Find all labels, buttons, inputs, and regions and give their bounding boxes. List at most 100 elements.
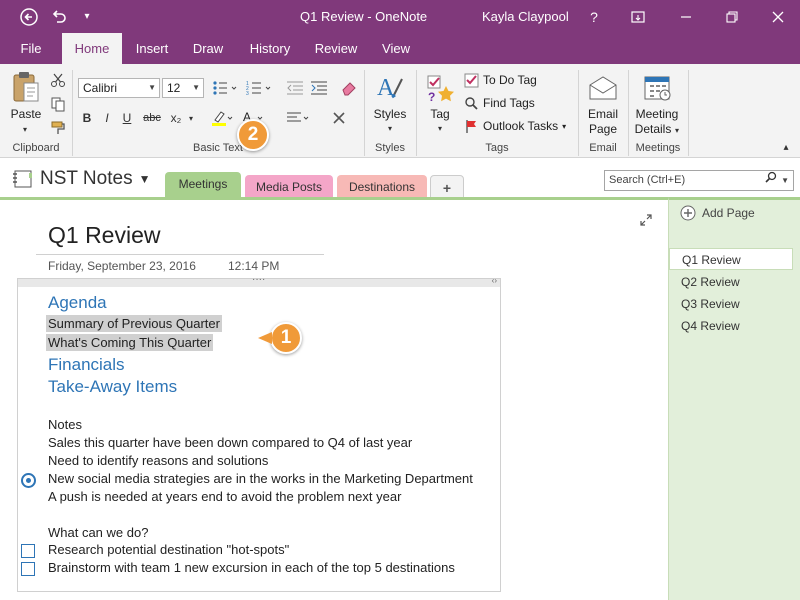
page-item-q3-review[interactable]: Q3 Review <box>669 293 793 315</box>
chevron-down-icon: ▾ <box>84 11 90 22</box>
cut-button[interactable] <box>48 70 68 90</box>
tab-history[interactable]: History <box>240 33 300 64</box>
agenda-heading[interactable]: Agenda <box>48 293 107 313</box>
restore-icon <box>726 10 738 23</box>
note-line[interactable]: Sales this quarter have been down compar… <box>48 435 412 450</box>
to-do-tag-button[interactable]: To Do Tag <box>464 71 537 89</box>
styles-label[interactable]: Styles <box>370 107 410 122</box>
tag-label[interactable]: Tag <box>422 107 458 122</box>
ribbon-display-options-button[interactable] <box>624 0 652 33</box>
bullets-button[interactable] <box>210 78 240 98</box>
restore-button[interactable] <box>712 0 752 33</box>
note-line[interactable]: A push is needed at years end to avoid t… <box>48 489 401 504</box>
page-title[interactable]: Q1 Review <box>48 222 160 249</box>
copy-button[interactable] <box>48 94 68 114</box>
page-item-q1-review[interactable]: Q1 Review <box>669 248 793 270</box>
chevron-down-icon: ▾ <box>674 125 679 135</box>
help-button[interactable]: ? <box>582 0 606 33</box>
section-tab-meetings[interactable]: Meetings <box>165 172 241 198</box>
expand-page-button[interactable] <box>638 212 654 228</box>
tab-home[interactable]: Home <box>62 33 122 64</box>
font-size-combo[interactable]: 12 ▼ <box>162 78 204 98</box>
paste-label[interactable]: Paste <box>6 107 46 122</box>
chevron-down-icon: ▾ <box>188 113 193 123</box>
notebook-picker[interactable]: NST Notes ▼ <box>12 168 150 190</box>
back-button[interactable] <box>16 0 42 33</box>
note-line[interactable]: New social media strategies are in the w… <box>48 471 473 486</box>
ribbon-display-icon <box>631 10 645 23</box>
numbered-list-icon: 123 <box>246 81 271 96</box>
container-handle[interactable]: ···· ‹› <box>18 274 500 287</box>
find-tags-button[interactable]: Find Tags <box>464 94 535 112</box>
quick-access-customize-button[interactable]: ▾ <box>78 0 96 33</box>
clear-formatting-button[interactable] <box>338 78 360 98</box>
numbering-button[interactable]: 123 <box>244 78 274 98</box>
meeting-details-label-line2[interactable]: Details <box>632 122 674 137</box>
indent-icon <box>311 81 327 95</box>
meeting-details-button[interactable] <box>640 70 674 104</box>
add-page-button[interactable]: Add Page <box>680 205 755 221</box>
meetings-group-label: Meetings <box>635 142 681 154</box>
close-button[interactable] <box>758 0 798 33</box>
email-page-label-line2[interactable]: Page <box>582 122 624 137</box>
tab-insert[interactable]: Insert <box>128 33 176 64</box>
font-name-combo[interactable]: Calibri ▼ <box>78 78 160 98</box>
tab-review[interactable]: Review <box>308 33 364 64</box>
paragraph-alignment-button[interactable] <box>284 108 314 128</box>
tag-button[interactable]: ? <box>422 70 458 106</box>
collapse-ribbon-button[interactable]: ▴ <box>778 140 794 154</box>
calendar-icon <box>644 76 671 101</box>
page-item-q4-review[interactable]: Q4 Review <box>669 315 793 337</box>
agenda-line-selected[interactable]: Summary of Previous Quarter <box>46 315 222 332</box>
agenda-line-selected[interactable]: What's Coming This Quarter <box>46 334 214 351</box>
todo-checkbox[interactable] <box>21 544 35 558</box>
tag-dropdown[interactable]: ▾ <box>433 122 447 134</box>
italic-button[interactable]: I <box>98 108 116 128</box>
subscript-dropdown[interactable]: ▾ <box>186 108 196 128</box>
strikethrough-button[interactable]: abc <box>140 108 164 128</box>
search-input[interactable]: Search (Ctrl+E) ▼ <box>604 170 794 191</box>
underline-button[interactable]: U <box>118 108 136 128</box>
page-item-q2-review[interactable]: Q2 Review <box>669 271 793 293</box>
paste-dropdown-button[interactable]: ▾ <box>18 123 32 135</box>
tab-draw[interactable]: Draw <box>184 33 232 64</box>
email-page-label-line1[interactable]: Email <box>582 107 624 122</box>
user-name[interactable]: Kayla Claypool <box>482 0 569 33</box>
todo-item[interactable]: Research potential destination "hot-spot… <box>48 542 289 557</box>
chevron-down-icon: ▼ <box>138 172 151 186</box>
highlight-color-button[interactable] <box>208 108 236 128</box>
todo-label[interactable]: What can we do? <box>48 525 148 540</box>
financials-heading[interactable]: Financials <box>48 355 125 375</box>
title-underline <box>36 254 324 255</box>
meeting-details-dropdown[interactable]: ▾ <box>672 124 682 136</box>
delete-button[interactable] <box>328 108 350 128</box>
take-away-heading[interactable]: Take-Away Items <box>48 377 177 397</box>
tab-file[interactable]: File <box>8 33 54 64</box>
outlook-tasks-button[interactable]: Outlook Tasks ▾ <box>464 117 566 135</box>
tab-view[interactable]: View <box>372 33 420 64</box>
notes-label[interactable]: Notes <box>48 417 82 432</box>
find-tags-icon <box>465 96 478 110</box>
clipboard-paste-icon <box>13 72 39 102</box>
tag-radio-icon[interactable] <box>21 473 36 488</box>
styles-button[interactable]: A <box>370 70 410 104</box>
todo-checkbox[interactable] <box>21 562 35 576</box>
subscript-button[interactable]: x₂ <box>166 108 186 128</box>
format-painter-button[interactable] <box>48 118 68 138</box>
meeting-details-label-line1[interactable]: Meeting <box>632 107 682 122</box>
decrease-indent-button[interactable] <box>284 78 306 98</box>
email-page-button[interactable] <box>586 72 620 104</box>
copy-icon <box>51 97 65 112</box>
bold-button[interactable]: B <box>78 108 96 128</box>
todo-item[interactable]: Brainstorm with team 1 new excursion in … <box>48 560 455 575</box>
increase-indent-button[interactable] <box>308 78 330 98</box>
note-line[interactable]: Need to identify reasons and solutions <box>48 453 268 468</box>
undo-button[interactable] <box>46 0 72 33</box>
styles-dropdown[interactable]: ▾ <box>383 122 397 134</box>
ribbon-tabs: File Home Insert Draw History Review Vie… <box>0 33 800 64</box>
paste-button[interactable] <box>8 70 44 106</box>
back-arrow-icon <box>20 7 38 26</box>
group-divider <box>72 70 73 156</box>
minimize-button[interactable] <box>666 0 706 33</box>
clipboard-group-label: Clipboard <box>12 142 60 154</box>
